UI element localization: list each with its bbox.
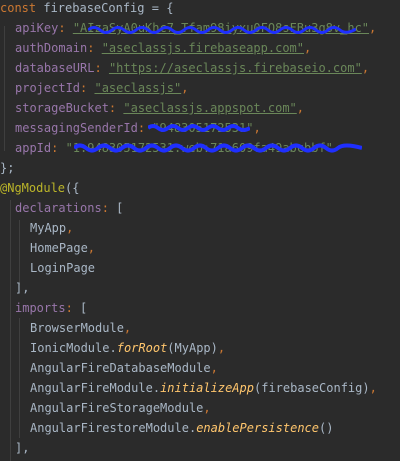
method-forRoot: forRoot <box>116 341 168 355</box>
code-line-imports-close[interactable]: ], <box>0 438 400 458</box>
code-line-projectid[interactable]: projectId: "aseclassjs", <box>0 78 400 98</box>
code-line-authdomain[interactable]: authDomain: "aseclassjs.firebaseapp.com"… <box>0 38 400 58</box>
config-key-appId: appId <box>15 141 52 155</box>
imports-key: imports <box>15 301 66 315</box>
import-item: AngularFireModule <box>30 381 153 395</box>
code-line-databaseurl[interactable]: databaseURL: "https://aseclassjs.firebas… <box>0 58 400 78</box>
code-line-decl-3[interactable]: LoginPage <box>0 258 400 278</box>
import-item: AngularFireDatabaseModule <box>30 361 211 375</box>
code-line-decl-2[interactable]: HomePage, <box>0 238 400 258</box>
code-line-import-afs[interactable]: AngularFirestoreModule.enablePersistence… <box>0 418 400 438</box>
declaration-item: HomePage <box>30 241 88 255</box>
identifier-firebaseConfig: firebaseConfig <box>43 1 145 15</box>
config-key-storageBucket: storageBucket <box>15 101 109 115</box>
redaction-scribble-sender <box>148 124 250 132</box>
code-line-ngmodule[interactable]: @NgModule({ <box>0 178 400 198</box>
code-line-close-config[interactable]: }; <box>0 158 400 178</box>
code-editor[interactable]: const firebaseConfig = { apiKey: "AIzaSy… <box>0 0 400 461</box>
import-item: IonicModule <box>30 341 110 355</box>
code-line-decl-close[interactable]: ], <box>0 278 400 298</box>
decorator-open: ({ <box>65 181 80 195</box>
config-value-databaseURL: "https://aseclassjs.firebaseio.com" <box>108 61 362 75</box>
import-item: BrowserModule <box>30 321 124 335</box>
decorator-ngmodule: @NgModule <box>0 181 66 195</box>
config-key-messagingSenderId: messagingSenderId <box>15 121 138 135</box>
code-line-import-af[interactable]: AngularFireModule.initializeApp(firebase… <box>0 378 400 398</box>
code-line-decl-1[interactable]: MyApp, <box>0 218 400 238</box>
open-brace: { <box>166 1 174 15</box>
code-line-import-ionic[interactable]: IonicModule.forRoot(MyApp), <box>0 338 400 358</box>
method-arg: () <box>319 421 334 435</box>
keyword-const: const <box>0 1 37 15</box>
code-line-import-browser[interactable]: BrowserModule, <box>0 318 400 338</box>
method-initializeApp: initializeApp <box>160 381 254 395</box>
method-arg: MyApp <box>174 341 211 355</box>
declarations-key: declarations <box>15 201 102 215</box>
declarations-open: [ <box>116 201 124 215</box>
code-line-import-afstorage[interactable]: AngularFireStorageModule, <box>0 398 400 418</box>
imports-close: ], <box>15 441 30 455</box>
config-value-storageBucket: "aseclassjs.appspot.com" <box>123 101 297 115</box>
code-line-1[interactable]: const firebaseConfig = { <box>0 0 400 18</box>
config-key-databaseURL: databaseURL <box>15 61 95 75</box>
declaration-item: MyApp <box>30 221 67 235</box>
config-value-authDomain: "aseclassjs.firebaseapp.com" <box>101 41 304 55</box>
config-key-authDomain: authDomain <box>15 41 88 55</box>
code-line-declarations[interactable]: declarations: [ <box>0 198 400 218</box>
import-item: AngularFirestoreModule <box>30 421 189 435</box>
config-key-apiKey: apiKey <box>15 21 59 35</box>
method-enablePersistence: enablePersistence <box>196 421 320 435</box>
redaction-scribble-apikey <box>88 26 356 34</box>
close-brace-semicolon: }; <box>0 161 15 175</box>
code-line-storagebucket[interactable]: storageBucket: "aseclassjs.appspot.com", <box>0 98 400 118</box>
redaction-scribble-appid <box>74 143 362 153</box>
operator-equals: = <box>151 1 159 15</box>
import-item: AngularFireStorageModule <box>30 401 204 415</box>
config-key-projectId: projectId <box>15 81 81 95</box>
code-line-import-afdb[interactable]: AngularFireDatabaseModule, <box>0 358 400 378</box>
declarations-close: ], <box>15 281 30 295</box>
imports-open: [ <box>80 301 88 315</box>
declaration-item: LoginPage <box>30 261 96 275</box>
config-value-projectId: "aseclassjs" <box>94 81 182 95</box>
code-line-imports[interactable]: imports: [ <box>0 298 400 318</box>
method-arg: firebaseConfig <box>261 381 363 395</box>
